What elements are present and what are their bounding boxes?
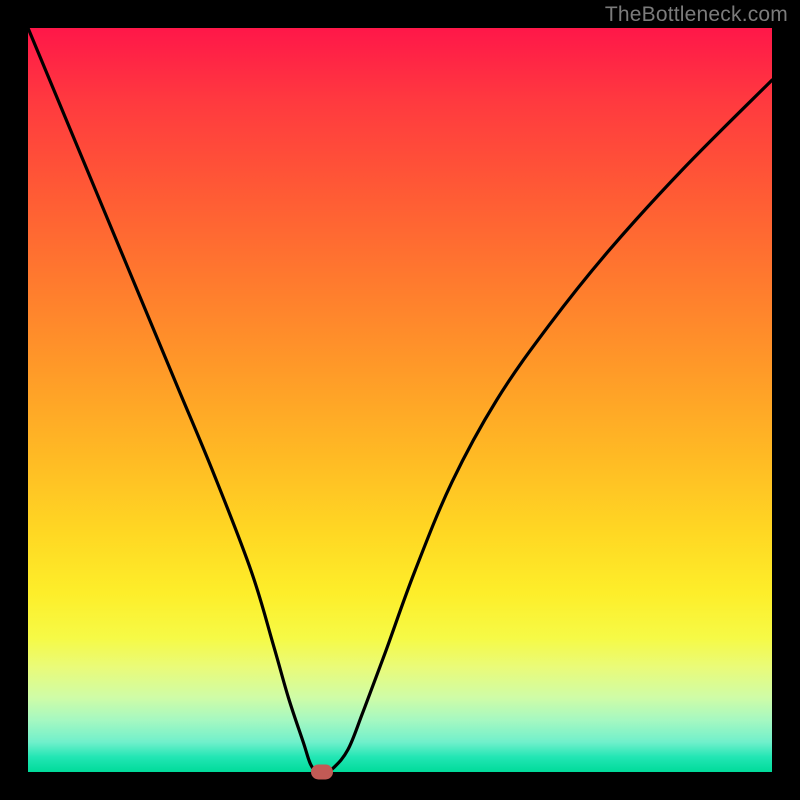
plot-area (28, 28, 772, 772)
watermark-text: TheBottleneck.com (605, 3, 788, 27)
chart-frame: TheBottleneck.com (0, 0, 800, 800)
bottleneck-curve (28, 28, 772, 772)
optimal-point-marker (311, 765, 333, 780)
